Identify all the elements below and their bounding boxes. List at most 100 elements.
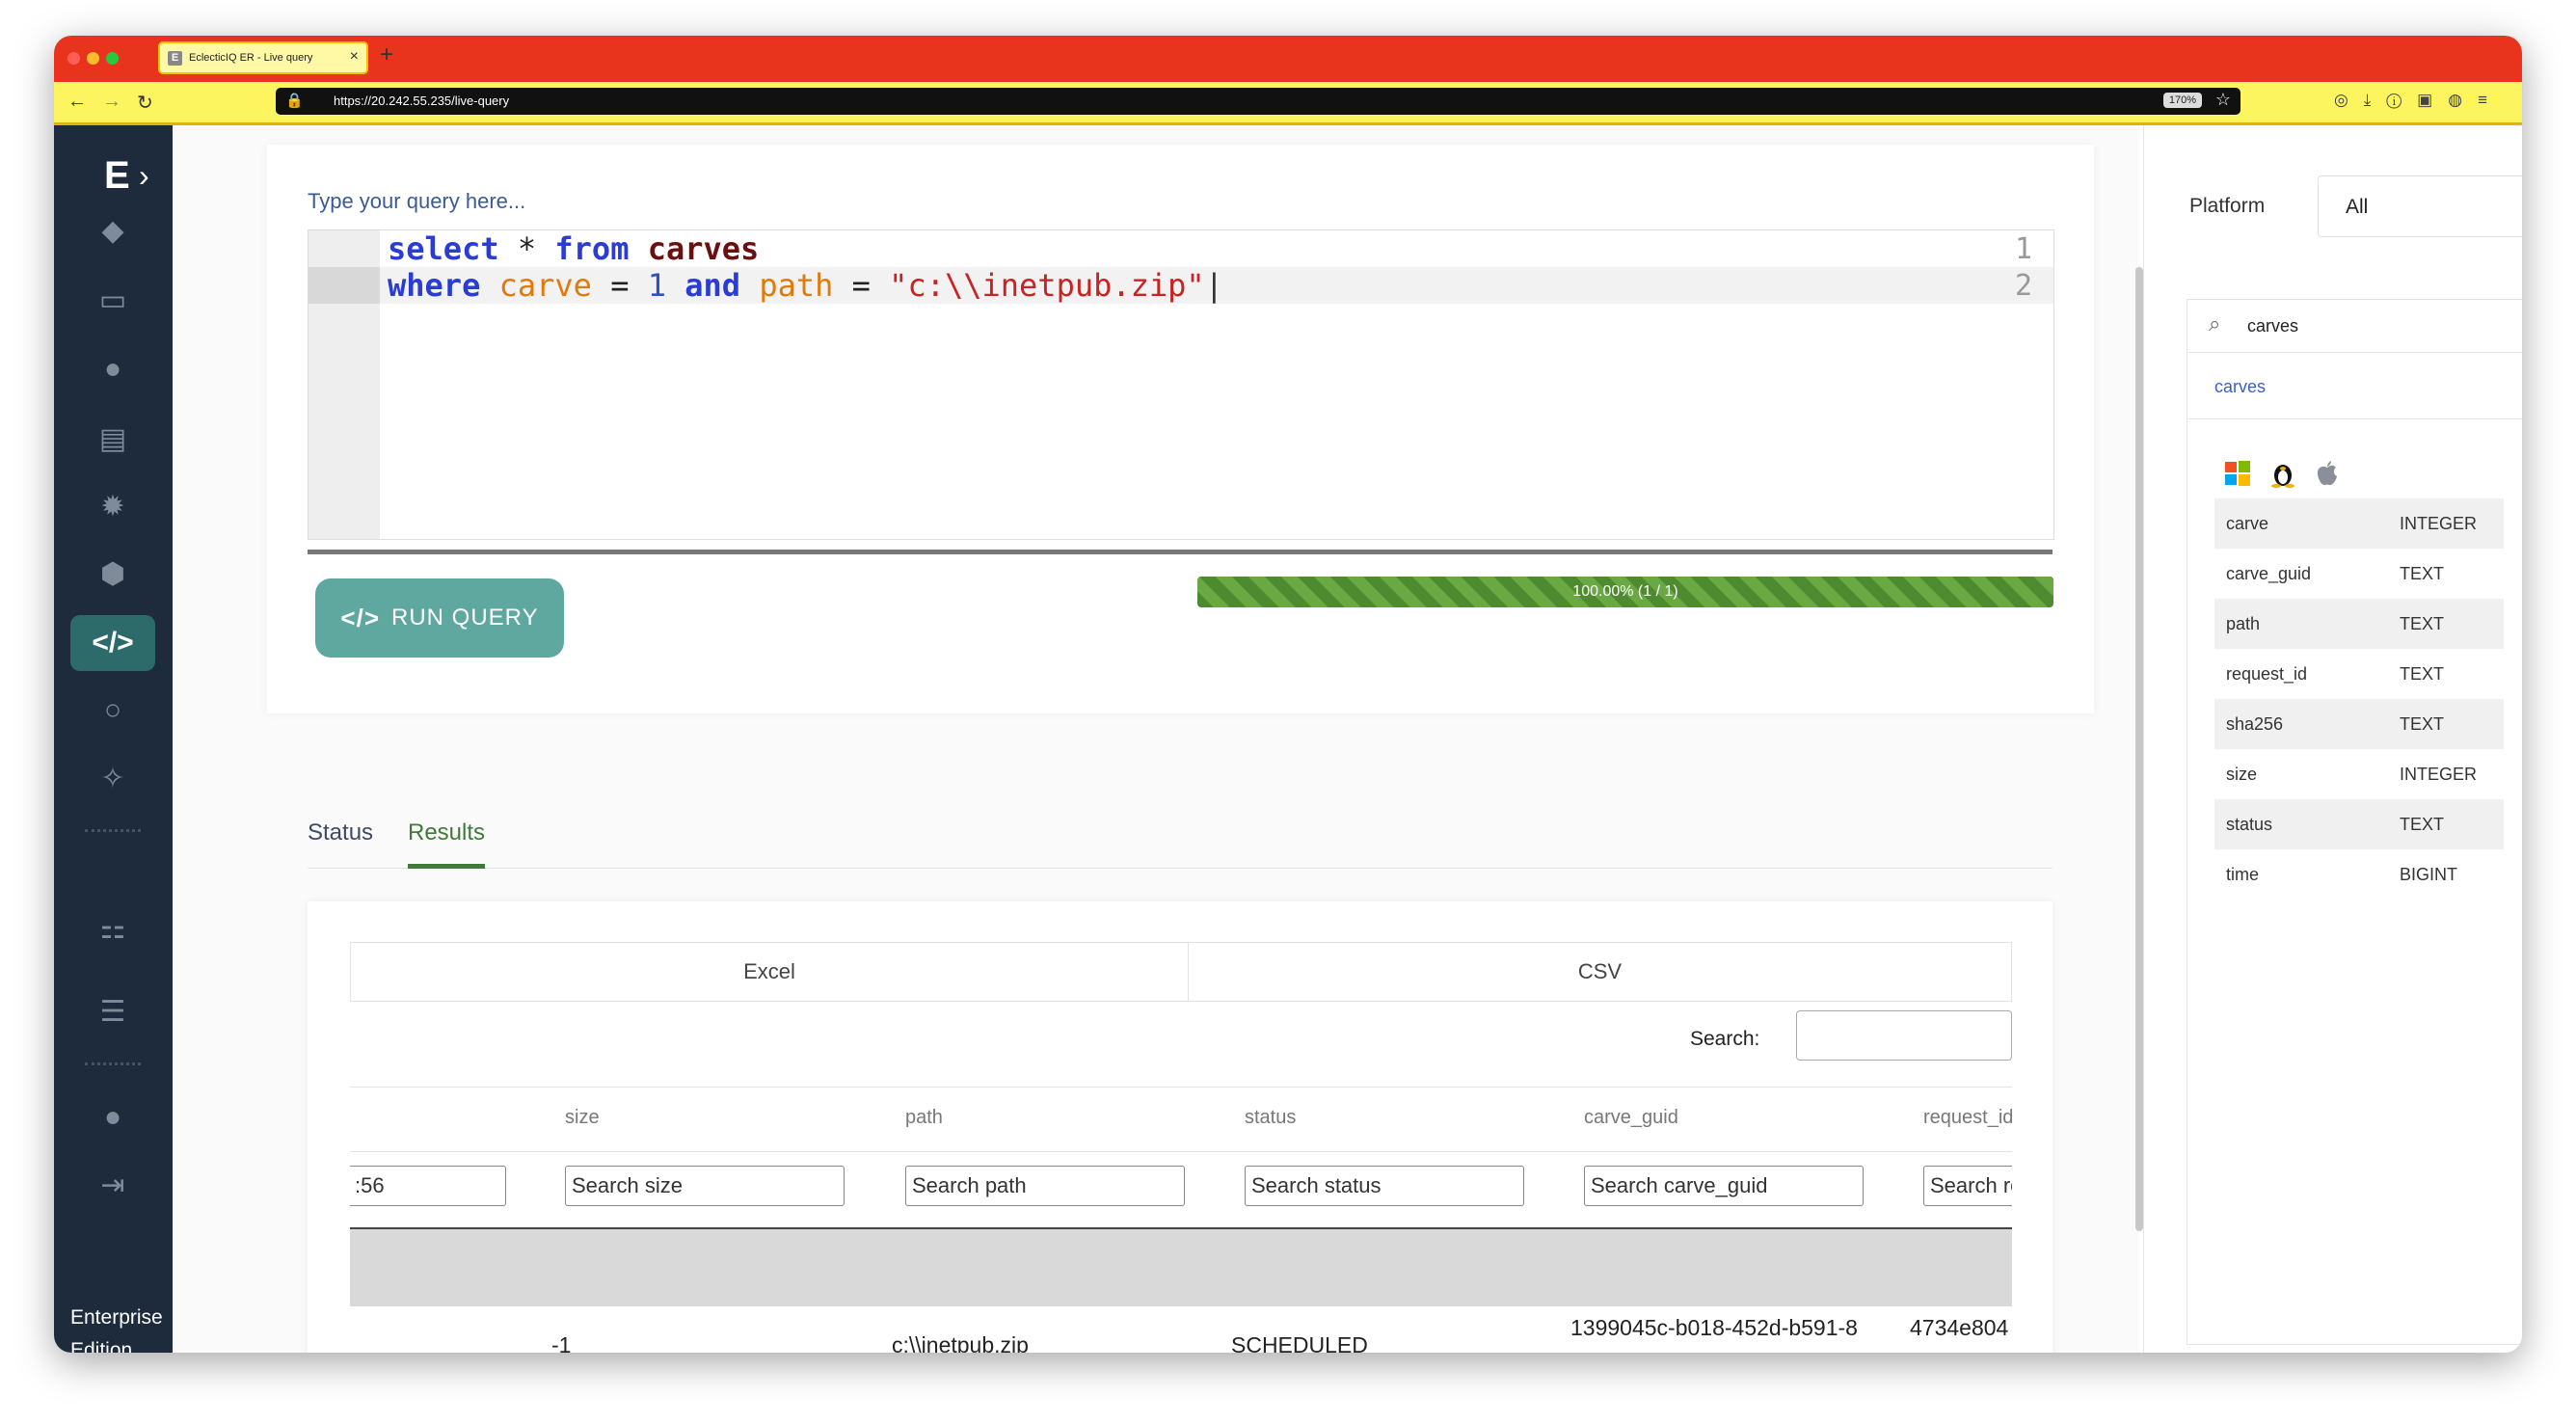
bookmark-star-icon[interactable]: ☆ [2215, 90, 2231, 110]
user-icon[interactable]: ● [70, 1089, 155, 1145]
table-search-value: carves [2247, 316, 2299, 336]
query-progress-bar: 100.00% (1 / 1) [1197, 577, 2053, 607]
column-name: path [759, 267, 834, 304]
search-icon: ⌕ [2209, 311, 2221, 336]
filter-path-input[interactable]: Search path [905, 1166, 1185, 1206]
close-window-button[interactable] [67, 52, 80, 65]
schema-column-type: INTEGER [2400, 514, 2478, 533]
filter-carve-guid-input[interactable]: Search carve_guid [1584, 1166, 1864, 1206]
schema-columns: carve INTEGER carve_guid TEXT path TEXT req… [2214, 498, 2504, 900]
divider [2187, 418, 2522, 419]
main-content: Type your query here... 1 2 select * fro… [173, 125, 2139, 1353]
settings-gear-icon[interactable]: ✹ [70, 478, 155, 534]
export-csv-button[interactable]: CSV [1188, 942, 2012, 1002]
schema-column-type: TEXT [2400, 614, 2445, 633]
active-tab-indicator [408, 864, 485, 869]
schema-column-type: INTEGER [2400, 765, 2478, 784]
reload-icon[interactable]: ↻ [137, 91, 153, 115]
code-line-1[interactable]: select * from carves [388, 230, 759, 267]
export-excel-button[interactable]: Excel [350, 942, 1189, 1002]
browser-tab[interactable]: E EclecticIQ ER - Live query × [158, 41, 368, 74]
cell-request-id-line1: 4734e804 [1910, 1315, 2009, 1340]
code-icon: </> [340, 603, 380, 632]
forward-icon[interactable]: → [102, 91, 121, 113]
hexagon-icon[interactable]: ⬢ [70, 546, 155, 602]
run-query-button[interactable]: </> RUN QUERY [315, 578, 564, 658]
new-tab-button[interactable]: + [380, 41, 393, 68]
back-icon[interactable]: ← [67, 91, 87, 113]
schema-row: path TEXT [2214, 599, 2504, 649]
tab-close-icon[interactable]: × [350, 48, 359, 66]
table-link-carves[interactable]: carves [2214, 377, 2266, 397]
schema-column-name: status [2226, 815, 2273, 834]
tab-favicon-icon: E [168, 51, 182, 66]
schema-column-name: time [2226, 865, 2260, 884]
schema-column-name: size [2226, 765, 2258, 784]
filter-request-id-input[interactable]: Search re [1923, 1166, 2012, 1206]
live-query-code-icon[interactable]: </> [70, 615, 155, 671]
linux-icon [2271, 465, 2294, 488]
schema-row: size INTEGER [2214, 749, 2504, 799]
column-header-path[interactable]: path [905, 1107, 943, 1129]
cell-carve-guid-line1: 1399045c-b018-452d-b591-8 [1570, 1315, 1858, 1340]
browser-window: E EclecticIQ ER - Live query × + ← → ↻ 🔒… [54, 36, 2522, 1353]
filter-status-input[interactable]: Search status [1245, 1166, 1524, 1206]
toggle-icon[interactable]: ⚏ [70, 900, 155, 956]
column-header-request-id[interactable]: request_id [1923, 1107, 2012, 1129]
alert-icon[interactable]: ● [70, 341, 155, 397]
column-header-status[interactable]: status [1245, 1107, 1296, 1129]
schema-column-type: TEXT [2400, 564, 2445, 583]
schema-row: time BIGINT [2214, 849, 2504, 900]
active-line-gutter [309, 267, 380, 304]
schema-column-type: TEXT [2400, 714, 2445, 734]
filter-size-input[interactable]: Search size [565, 1166, 845, 1206]
tab-title: EclecticIQ ER - Live query [189, 52, 313, 64]
column-header-size[interactable]: size [565, 1107, 600, 1129]
minimize-window-button[interactable] [87, 52, 99, 65]
editor-placeholder: Type your query here... [308, 189, 526, 213]
chevron-down-icon: ⌄ [2521, 194, 2522, 210]
browser-toolbar-icons[interactable]: ◎⤓ⓘ▣◍≡ [2334, 91, 2503, 110]
tab-results[interactable]: Results [408, 819, 485, 846]
search-icon[interactable]: ○ [70, 683, 155, 739]
schema-column-name: path [2226, 614, 2261, 633]
number-literal: 1 [647, 267, 666, 304]
filter-sha256-input[interactable]: :56 [350, 1166, 506, 1206]
main-scrollbar[interactable] [2135, 267, 2143, 1231]
platform-icons [2224, 459, 2340, 488]
tab-status[interactable]: Status [308, 819, 373, 846]
column-header-carve-guid[interactable]: carve_guid [1584, 1107, 1678, 1129]
operator: * [498, 230, 555, 267]
schema-column-type: BIGINT [2400, 865, 2458, 884]
zoom-badge[interactable]: 170% [2162, 93, 2202, 108]
address-bar[interactable]: 🔒 https://20.242.55.235/live-query 170% … [276, 88, 2241, 115]
platform-select[interactable]: All ⌄ [2318, 175, 2522, 237]
zoom-window-button[interactable] [106, 52, 119, 65]
schema-row: status TEXT [2214, 799, 2504, 849]
monitor-icon[interactable]: ▭ [70, 272, 155, 328]
search-label: Search: [1690, 1028, 1760, 1050]
progress-label: 100.00% (1 / 1) [1572, 583, 1678, 600]
keyword: select [388, 230, 499, 267]
expand-sidebar-icon[interactable]: › [139, 158, 149, 194]
editor-resize-bar[interactable] [308, 550, 2053, 554]
query-editor[interactable]: 1 2 select * from carves where carve = 1… [308, 229, 2054, 540]
logout-icon[interactable]: ⇥ [70, 1157, 155, 1213]
keyword: from [554, 230, 630, 267]
app-logo[interactable]: E [104, 154, 130, 198]
schema-row: request_id TEXT [2214, 649, 2504, 699]
code-line-2[interactable]: where carve = 1 and path = "c:\\inetpub.… [388, 267, 1223, 304]
schema-panel: Platform All ⌄ ⌕ carves carves [2143, 125, 2522, 1353]
cell-carve-guid-line2: b85d10feb02 [1570, 1345, 1700, 1353]
clipboard-icon[interactable]: ▤ [70, 411, 155, 467]
table-search-input[interactable]: ⌕ carves [2187, 300, 2522, 353]
app-sidebar: E › ◆ ▭ ● ▤ ✹ ⬢ </> ○ ✧ ⚏ ☰ ● ⇥ Enterpri… [54, 125, 173, 1353]
operator: = [833, 267, 890, 304]
server-icon[interactable]: ☰ [70, 983, 155, 1039]
sidebar-divider [85, 1062, 141, 1065]
layers-icon[interactable]: ◆ [70, 202, 155, 258]
target-icon[interactable]: ✧ [70, 750, 155, 806]
results-search-input[interactable] [1796, 1010, 2012, 1061]
cell-size: -1 [551, 1332, 572, 1353]
table-row[interactable]: -1 c:\\inetpub.zip SCHEDULED 1399045c-b0… [350, 1306, 2012, 1353]
